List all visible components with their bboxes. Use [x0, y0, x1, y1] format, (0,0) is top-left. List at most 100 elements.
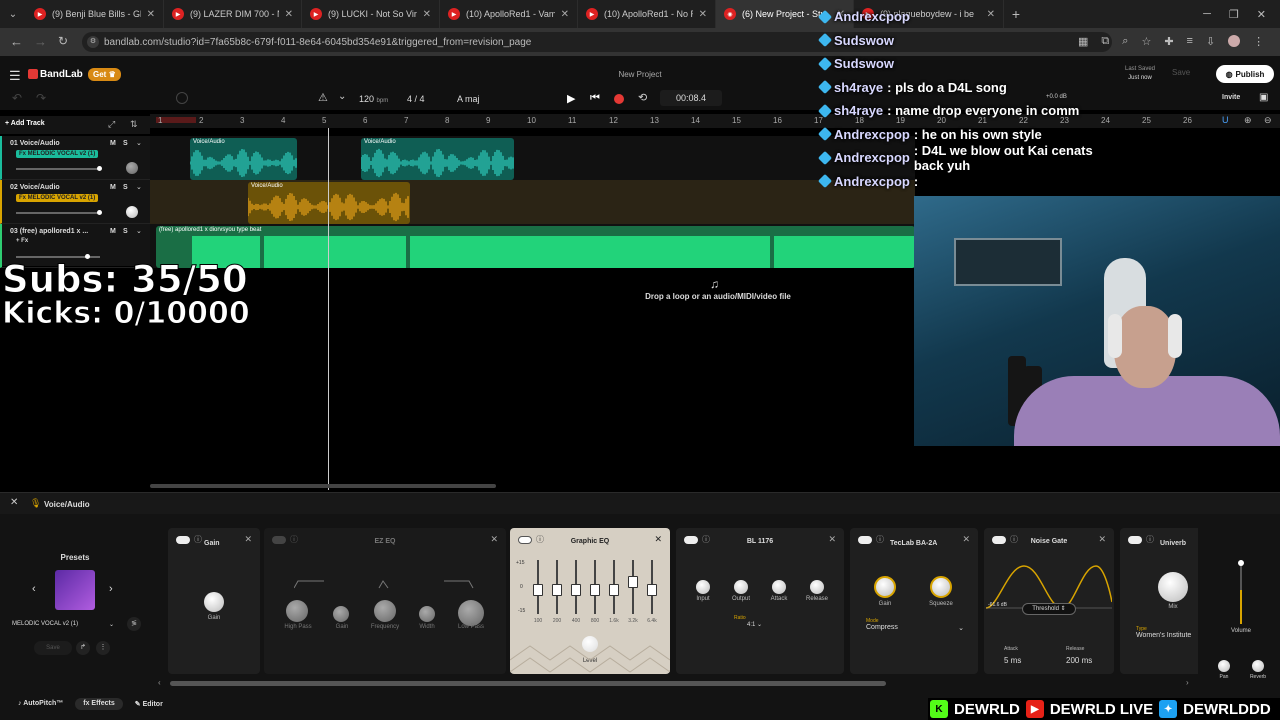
close-icon[interactable]: ✕	[654, 534, 662, 545]
forward-icon[interactable]: →	[34, 34, 47, 49]
info-icon[interactable]: ⓘ	[1146, 534, 1154, 545]
track-lane[interactable]: Voice/Audio	[150, 180, 915, 224]
master-volume-handle[interactable]	[1238, 560, 1244, 566]
plugin-noise-gate[interactable]: ⓘ Noise Gate ✕ -61.6 dB Threshold ⇕ Atta…	[984, 528, 1114, 674]
project-title[interactable]: New Project	[610, 70, 670, 79]
track-header[interactable]: 01 Voice/Audio Fx MELODIC VOCAL v2 (1) M…	[0, 136, 150, 180]
next-preset-icon[interactable]: ›	[109, 583, 113, 595]
width-knob[interactable]	[419, 606, 435, 622]
volume-slider[interactable]	[16, 168, 100, 170]
attack-knob[interactable]	[772, 580, 786, 594]
mode-dropdown[interactable]: Compress ⌄	[864, 624, 966, 636]
audio-clip[interactable]: Voice/Audio	[248, 182, 410, 224]
plugin-toggle[interactable]	[858, 536, 872, 544]
chevron-down-icon[interactable]: ⌄	[136, 139, 142, 147]
tab-effects[interactable]: fx Effects	[75, 698, 123, 710]
wand-icon[interactable]: ⤢	[108, 119, 115, 130]
output-knob[interactable]	[734, 580, 748, 594]
plugin-gain[interactable]: ⓘ Gain ✕ Gain	[168, 528, 260, 674]
reload-icon[interactable]: ↻	[58, 34, 68, 48]
close-window-icon[interactable]: ✕	[1257, 8, 1266, 21]
info-icon[interactable]: ⓘ	[194, 534, 202, 545]
play-button[interactable]: ▶	[567, 92, 575, 105]
eq-band-fader[interactable]	[533, 583, 543, 596]
bookmark-star-icon[interactable]: ☆	[1141, 35, 1151, 48]
profile-avatar[interactable]	[1228, 35, 1241, 47]
close-icon[interactable]: ✕	[147, 9, 155, 20]
browser-tab[interactable]: ▶ (9) LAZER DIM 700 - NEX ✕	[164, 0, 302, 28]
chevron-down-icon[interactable]: ⌄	[338, 91, 346, 102]
track-settings-icon[interactable]: ⇅	[130, 119, 138, 130]
pan-knob[interactable]	[126, 162, 138, 174]
time-signature[interactable]: 4 / 4	[407, 94, 425, 104]
scroll-left-icon[interactable]: ‹	[158, 678, 161, 687]
track-lane[interactable]: (free) apollored1 x diorvsyou type beat	[150, 224, 915, 268]
invite-button[interactable]: Invite	[1222, 94, 1240, 101]
track-fx-badge[interactable]: Fx MELODIC VOCAL v2 (1)	[16, 150, 99, 158]
close-icon[interactable]: ✕	[561, 9, 569, 20]
plugin-teclab-ba2a[interactable]: ⓘ TecLab BA-2A ✕ Gain Squeeze Mode Compr…	[850, 528, 978, 674]
close-icon[interactable]: ✕	[699, 9, 707, 20]
eq-band-fader[interactable]	[590, 583, 600, 596]
loop-button[interactable]: ⟲	[638, 91, 647, 104]
metronome-toggle-icon[interactable]	[176, 92, 188, 104]
high-pass-knob[interactable]	[286, 600, 308, 622]
plugin-bl1176[interactable]: ⓘ BL 1176 ✕ Input Output Attack Release …	[676, 528, 844, 674]
get-membership-button[interactable]: Get ♛	[88, 68, 121, 81]
track-header[interactable]: 02 Voice/Audio Fx MELODIC VOCAL v2 (1) M…	[0, 180, 150, 224]
timeline-scrollbar[interactable]	[150, 484, 496, 488]
close-icon[interactable]: ✕	[285, 9, 293, 20]
effects-scrollbar[interactable]	[170, 681, 886, 686]
zoom-out-icon[interactable]: ⊖	[1264, 115, 1272, 126]
restore-icon[interactable]: ❐	[1229, 8, 1239, 21]
eq-band-fader[interactable]	[609, 583, 619, 596]
browser-tab[interactable]: ▶ (9) Benji Blue Bills - Glass ✕	[26, 0, 164, 28]
extensions-icon[interactable]: ✚	[1164, 35, 1173, 48]
type-dropdown[interactable]: Women's Institute	[1136, 632, 1191, 639]
track-fx-badge[interactable]: Fx MELODIC VOCAL v2 (1)	[16, 194, 99, 202]
downloads-icon[interactable]: ⇩	[1206, 35, 1215, 48]
bpm-field[interactable]: 120 bpm	[359, 94, 388, 104]
audio-clip[interactable]: Voice/Audio	[190, 138, 297, 180]
tab-autopitch[interactable]: ♪ AutoPitch™	[12, 698, 69, 710]
zoom-icon[interactable]: ⌕	[1122, 35, 1128, 48]
key-selector[interactable]: A maj	[457, 94, 480, 104]
close-icon[interactable]: ✕	[423, 9, 431, 20]
undo-icon[interactable]: ↶	[12, 91, 22, 105]
previous-preset-icon[interactable]: ‹	[32, 583, 36, 595]
snap-icon[interactable]: U	[1222, 115, 1229, 125]
plugin-univerb[interactable]: ⓘ Univerb Mix Type Women's Institute	[1120, 528, 1198, 674]
info-icon[interactable]: ⓘ	[876, 534, 884, 545]
close-panel-icon[interactable]: ✕	[10, 497, 18, 508]
pan-knob[interactable]	[1218, 660, 1230, 672]
volume-slider-handle[interactable]	[97, 210, 102, 215]
hamburger-menu-icon[interactable]: ☰	[9, 68, 21, 84]
add-track-button[interactable]: + Add Track	[5, 120, 45, 127]
site-info-icon[interactable]: ⚙	[87, 36, 99, 48]
close-icon[interactable]: ✕	[244, 534, 252, 545]
audio-clip[interactable]: Voice/Audio	[361, 138, 514, 180]
eq-band-fader[interactable]	[552, 583, 562, 596]
rewind-button[interactable]: ⏮	[590, 92, 600, 105]
mute-button[interactable]: M	[110, 184, 116, 191]
input-knob[interactable]	[696, 580, 710, 594]
solo-button[interactable]: S	[123, 140, 128, 147]
chevron-down-icon[interactable]: ⌄	[136, 227, 142, 235]
frequency-knob[interactable]	[374, 600, 396, 622]
track-lane[interactable]: Voice/Audio Voice/Audio	[150, 136, 915, 180]
notifications-icon[interactable]: ▣	[1259, 92, 1268, 103]
mix-knob[interactable]	[1158, 572, 1188, 602]
eq-band-fader[interactable]	[628, 575, 638, 588]
release-knob[interactable]	[810, 580, 824, 594]
solo-button[interactable]: S	[123, 184, 128, 191]
browser-tab[interactable]: ▶ (10) ApolloRed1 - No Run ✕	[578, 0, 716, 28]
eq-band-fader[interactable]	[647, 583, 657, 596]
eq-gain-knob[interactable]	[333, 606, 349, 622]
beat-clip[interactable]: (free) apollored1 x diorvsyou type beat	[156, 226, 915, 268]
gain-knob[interactable]	[204, 592, 224, 612]
browser-tab[interactable]: ▶ (10) ApolloRed1 - Vamp ✕	[440, 0, 578, 28]
redo-icon[interactable]: ↷	[36, 91, 46, 105]
browser-tab[interactable]: ▶ (9) LUCKI - Not So Virgo ✕	[302, 0, 440, 28]
minimize-icon[interactable]: ─	[1203, 8, 1211, 21]
back-icon[interactable]: ←	[10, 34, 23, 49]
